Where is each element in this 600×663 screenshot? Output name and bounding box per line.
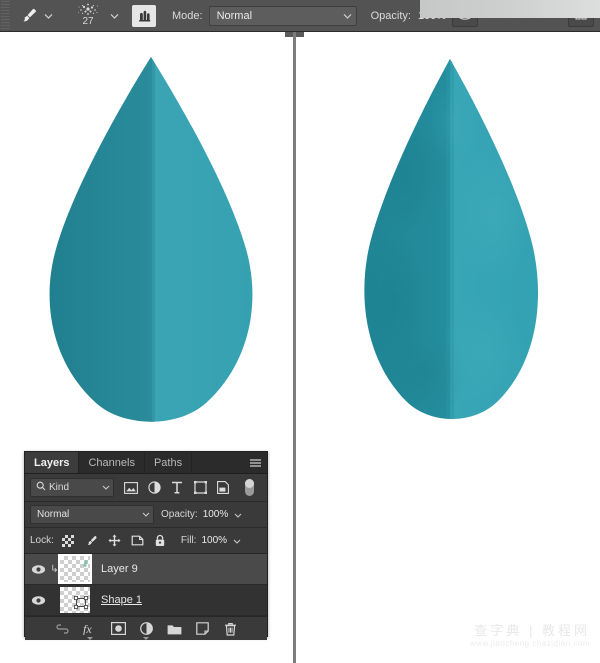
brush-panel-toggle-icon[interactable] xyxy=(132,4,156,27)
watermark: 查字典 | 教程网 www.jiaocheng.chazidian.com xyxy=(470,623,590,649)
layer-blend-mode-value: Normal xyxy=(37,509,70,520)
shape-layer-filter-icon[interactable] xyxy=(193,481,207,495)
blend-mode-row: Normal Opacity: 100% xyxy=(25,502,267,528)
layer-name[interactable]: Shape 1 xyxy=(101,594,142,606)
new-adjustment-layer-icon[interactable] xyxy=(139,621,154,640)
vector-mask-badge-icon xyxy=(73,595,89,613)
blend-mode-value: Normal xyxy=(216,9,253,22)
table-row[interactable]: ↳ Layer 9 xyxy=(25,554,267,585)
tab-layers[interactable]: Layers xyxy=(25,452,80,473)
layer-list: ↳ Layer 9 Shape 1 xyxy=(25,554,267,616)
add-layer-mask-icon[interactable] xyxy=(110,621,126,636)
blend-mode-select[interactable]: Normal xyxy=(208,5,357,26)
smart-object-filter-icon[interactable] xyxy=(216,481,230,495)
photoshop-window: 27 Mode: Normal Opacity: 100% xyxy=(0,0,600,663)
filter-toggle-switch[interactable] xyxy=(245,479,254,496)
watermark-url: www.jiaocheng.chazidian.com xyxy=(469,639,590,648)
filter-kind-select[interactable]: Kind xyxy=(30,478,114,497)
tab-paths[interactable]: Paths xyxy=(145,452,193,473)
lock-all-icon[interactable] xyxy=(154,534,167,547)
chevron-down-icon xyxy=(343,10,352,22)
layer-opacity-label: Opacity: xyxy=(161,509,198,520)
chevron-down-icon xyxy=(102,482,110,493)
lock-transparent-pixels-icon[interactable] xyxy=(62,534,75,547)
panel-menu-icon[interactable] xyxy=(249,452,262,474)
mode-label: Mode: xyxy=(172,9,203,22)
new-group-icon[interactable] xyxy=(167,621,182,636)
svg-text:fx: fx xyxy=(83,622,92,635)
delete-layer-icon[interactable] xyxy=(223,621,238,636)
lock-artboard-nesting-icon[interactable] xyxy=(131,534,144,547)
brush-icon[interactable] xyxy=(16,3,42,29)
options-bar-gripper[interactable] xyxy=(1,0,10,31)
water-droplet-textured xyxy=(334,53,564,443)
layer-name[interactable]: Layer 9 xyxy=(101,563,138,575)
lock-row: Lock: Fill: 100% xyxy=(25,528,267,554)
canvas-divider xyxy=(293,32,296,663)
table-row[interactable]: Shape 1 xyxy=(25,585,267,616)
layers-panel-footer: fx xyxy=(25,616,267,640)
lock-icon-group xyxy=(62,534,167,547)
layer-style-fx-icon[interactable]: fx xyxy=(83,621,98,640)
type-layer-filter-icon[interactable] xyxy=(170,481,184,495)
clipping-mask-arrow-icon: ↳ xyxy=(50,563,59,575)
tab-channels[interactable]: Channels xyxy=(79,452,145,473)
brush-preset-chevron-icon[interactable] xyxy=(108,3,120,29)
layer-filter-row: Kind xyxy=(25,474,267,502)
adjustment-layer-filter-icon[interactable] xyxy=(147,481,161,495)
layer-blend-mode-select[interactable]: Normal xyxy=(30,505,154,524)
watermark-text: 查字典 | 教程网 xyxy=(474,622,590,638)
search-icon xyxy=(36,481,46,494)
brush-size-value: 27 xyxy=(82,15,94,27)
screenshot-overlay-artifact xyxy=(420,0,600,18)
filter-kind-value: Kind xyxy=(49,482,70,493)
layer-visibility-eye-icon[interactable] xyxy=(27,554,49,585)
water-droplet-flat xyxy=(26,53,276,443)
chevron-down-icon xyxy=(142,509,150,520)
layer-opacity-value[interactable]: 100% xyxy=(203,509,229,520)
lock-position-icon[interactable] xyxy=(108,534,121,547)
opacity-chevron-icon[interactable] xyxy=(234,509,242,521)
shape-layer-thumbnail[interactable] xyxy=(60,587,90,613)
layer-visibility-eye-icon[interactable] xyxy=(27,585,49,616)
brush-tip-thumbnail xyxy=(71,1,105,18)
fill-label: Fill: xyxy=(180,535,197,546)
new-layer-icon[interactable] xyxy=(195,621,210,636)
lock-image-pixels-icon[interactable] xyxy=(85,534,98,547)
lock-label: Lock: xyxy=(30,535,54,546)
fill-value[interactable]: 100% xyxy=(201,535,227,546)
opacity-label: Opacity: xyxy=(370,9,411,22)
brush-tool-preset-chevron-icon[interactable] xyxy=(42,3,54,29)
layer-thumbnail[interactable] xyxy=(58,554,92,584)
panel-tabs: Layers Channels Paths xyxy=(25,452,267,474)
layers-panel: Layers Channels Paths Kind Normal Opacit… xyxy=(24,451,268,640)
filter-icon-group xyxy=(124,479,254,496)
pixel-layer-filter-icon[interactable] xyxy=(124,481,138,495)
link-layers-icon[interactable] xyxy=(55,621,70,636)
fill-chevron-icon[interactable] xyxy=(233,535,241,547)
brush-preset-picker[interactable]: 27 xyxy=(68,1,108,31)
